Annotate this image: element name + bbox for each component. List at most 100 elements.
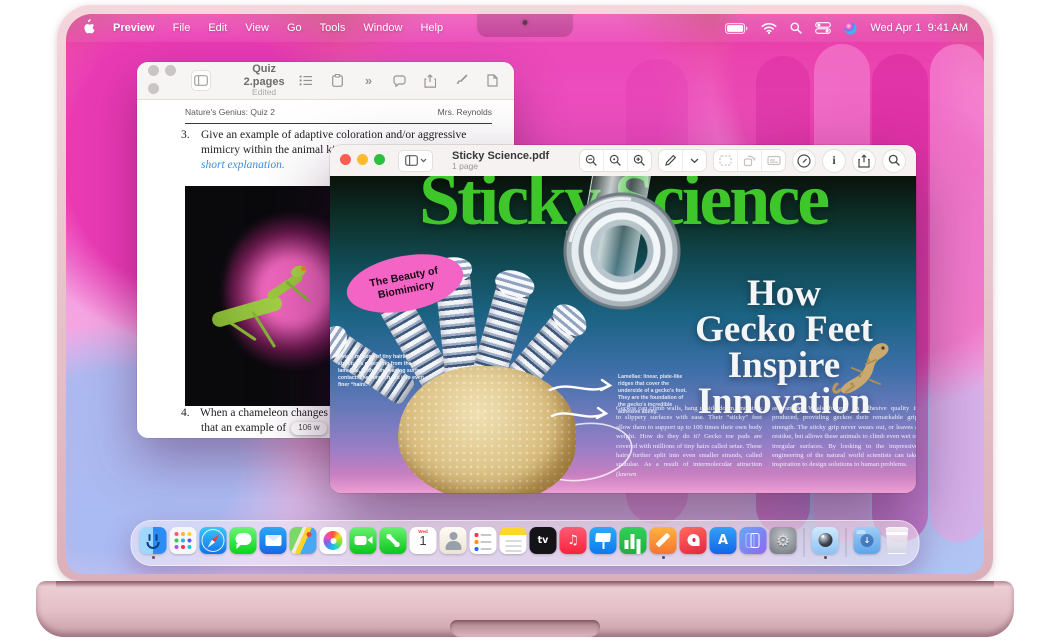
- dock-icon-appstore[interactable]: A: [710, 527, 737, 554]
- dock-icon-downloads[interactable]: ↓: [854, 527, 881, 554]
- wallpaper-shape: [930, 44, 984, 542]
- word-count-badge[interactable]: 106 w: [291, 422, 326, 434]
- dock-icon-trash[interactable]: [884, 527, 911, 554]
- view-options-icon[interactable]: [295, 71, 317, 91]
- sidebar-toggle-icon[interactable]: [191, 70, 211, 91]
- document-status: Edited: [240, 88, 288, 98]
- dock-icon-music[interactable]: ♫: [560, 527, 587, 554]
- music-glyph: ♫: [560, 527, 587, 554]
- gecko-lizard-photo: [826, 336, 902, 406]
- menu-view[interactable]: View: [245, 22, 269, 34]
- header-left: Nature's Genius: Quiz 2: [185, 107, 275, 117]
- zoom-button[interactable]: [148, 83, 159, 94]
- dock-icon-notes[interactable]: [500, 527, 527, 554]
- apple-menu-icon[interactable]: [82, 19, 95, 37]
- laptop-base: [36, 581, 1014, 637]
- dock-icon-calendar[interactable]: Wed1: [410, 527, 437, 554]
- dock-icon-reminders[interactable]: [470, 527, 497, 554]
- share-icon[interactable]: [419, 71, 441, 91]
- menu-file[interactable]: File: [173, 22, 191, 34]
- document-header: Nature's Genius: Quiz 2 Mrs. Reynolds: [185, 107, 492, 124]
- dock-icon-tv[interactable]: tv: [530, 527, 557, 554]
- menu-go[interactable]: Go: [287, 22, 302, 34]
- lid-opening-notch: [450, 620, 600, 637]
- selection-tools-disabled: [713, 149, 786, 172]
- body-column-2: as van der Waals forces), an adhesive qu…: [772, 404, 916, 479]
- annotate-icon[interactable]: [792, 149, 816, 173]
- markup-chevron-icon[interactable]: [682, 150, 706, 171]
- window-controls[interactable]: [340, 152, 391, 170]
- dock-icon-photos[interactable]: [320, 527, 347, 554]
- preview-window[interactable]: Sticky Science.pdf 1 page: [330, 145, 916, 493]
- markup-controls[interactable]: [658, 149, 707, 172]
- zoom-actual-icon[interactable]: [603, 150, 627, 171]
- zoom-out-icon[interactable]: [580, 150, 603, 171]
- document-title: Quiz 2.pages: [240, 63, 288, 88]
- format-brush-icon[interactable]: [450, 71, 472, 91]
- appstore-glyph: A: [710, 527, 737, 554]
- window-controls-inactive[interactable]: [148, 63, 184, 99]
- comment-icon[interactable]: [388, 71, 410, 91]
- dock-icon-games[interactable]: [680, 527, 707, 554]
- dock-icon-numbers[interactable]: [620, 527, 647, 554]
- redact-icon: [761, 150, 785, 171]
- menu-help[interactable]: Help: [420, 22, 443, 34]
- dock-icon-messages[interactable]: [230, 527, 257, 554]
- close-button[interactable]: [148, 65, 159, 76]
- dock-icon-finder[interactable]: [140, 527, 167, 554]
- zoom-button[interactable]: [374, 154, 385, 165]
- menu-bar-clock[interactable]: Wed Apr 1 9:41 AM: [870, 22, 968, 34]
- menu-window[interactable]: Window: [363, 22, 402, 34]
- pages-window-title: Quiz 2.pages Edited: [240, 63, 288, 98]
- zoom-in-icon[interactable]: [627, 150, 651, 171]
- dock-icon-phone[interactable]: [380, 527, 407, 554]
- dock-icon-launchpad[interactable]: [170, 527, 197, 554]
- dock-icon-pages[interactable]: [650, 527, 677, 554]
- header-right: Mrs. Reynolds: [438, 107, 492, 117]
- battery-icon[interactable]: [725, 23, 748, 34]
- menu-preview[interactable]: Preview: [113, 22, 155, 34]
- downloads-glyph: ↓: [861, 534, 874, 547]
- insert-object-icon[interactable]: [326, 71, 348, 91]
- minimize-button[interactable]: [165, 65, 176, 76]
- dock-icon-settings[interactable]: ⚙: [770, 527, 797, 554]
- dock-icon-keynote[interactable]: [590, 527, 617, 554]
- zoom-controls[interactable]: [579, 149, 652, 172]
- document-inspector-icon[interactable]: [481, 71, 503, 91]
- dock-icon-maps[interactable]: [290, 527, 317, 554]
- menu-edit[interactable]: Edit: [208, 22, 227, 34]
- running-indicator: [152, 556, 155, 559]
- pages-titlebar[interactable]: Quiz 2.pages Edited »: [137, 62, 514, 100]
- dock: Wed1 tv♫ A ⚙ ↓: [131, 520, 920, 566]
- more-tools-icon[interactable]: »: [357, 71, 379, 91]
- siri-icon[interactable]: [844, 22, 857, 35]
- dock-divider: [804, 528, 805, 557]
- page-count: 1 page: [452, 162, 549, 171]
- dock-icon-mail[interactable]: [260, 527, 287, 554]
- menu-tools[interactable]: Tools: [320, 22, 346, 34]
- question-number: 3.: [181, 128, 195, 173]
- dock-icon-contacts[interactable]: [440, 527, 467, 554]
- tv-glyph: tv: [530, 527, 557, 554]
- sidebar-toggle-icon[interactable]: [398, 150, 433, 172]
- lamellae-caption: Lamellae: linear, plate-like ridges that…: [618, 374, 688, 416]
- display-wallpaper: Quiz 2.pages Edited »: [66, 14, 984, 574]
- settings-glyph: ⚙: [770, 527, 797, 554]
- dock-icon-facetime[interactable]: [350, 527, 377, 554]
- macbook-air: Quiz 2.pages Edited »: [0, 0, 1051, 642]
- wifi-icon[interactable]: [761, 22, 777, 34]
- dock-icon-safari[interactable]: [200, 527, 227, 554]
- search-icon[interactable]: [882, 149, 906, 173]
- preview-titlebar[interactable]: Sticky Science.pdf 1 page: [330, 145, 916, 177]
- share-icon[interactable]: [852, 149, 876, 173]
- running-indicator: [824, 556, 827, 559]
- close-button[interactable]: [340, 154, 351, 165]
- dock-icon-preview[interactable]: [812, 527, 839, 554]
- markup-pencil-icon[interactable]: [659, 150, 682, 171]
- dock-icon-iphone-mirroring[interactable]: [740, 527, 767, 554]
- minimize-button[interactable]: [357, 154, 368, 165]
- app-menus: Preview File Edit View Go Tools Window Help: [113, 22, 443, 34]
- search-icon[interactable]: [790, 22, 802, 34]
- control-center-icon[interactable]: [815, 22, 831, 34]
- info-icon[interactable]: i: [822, 149, 846, 173]
